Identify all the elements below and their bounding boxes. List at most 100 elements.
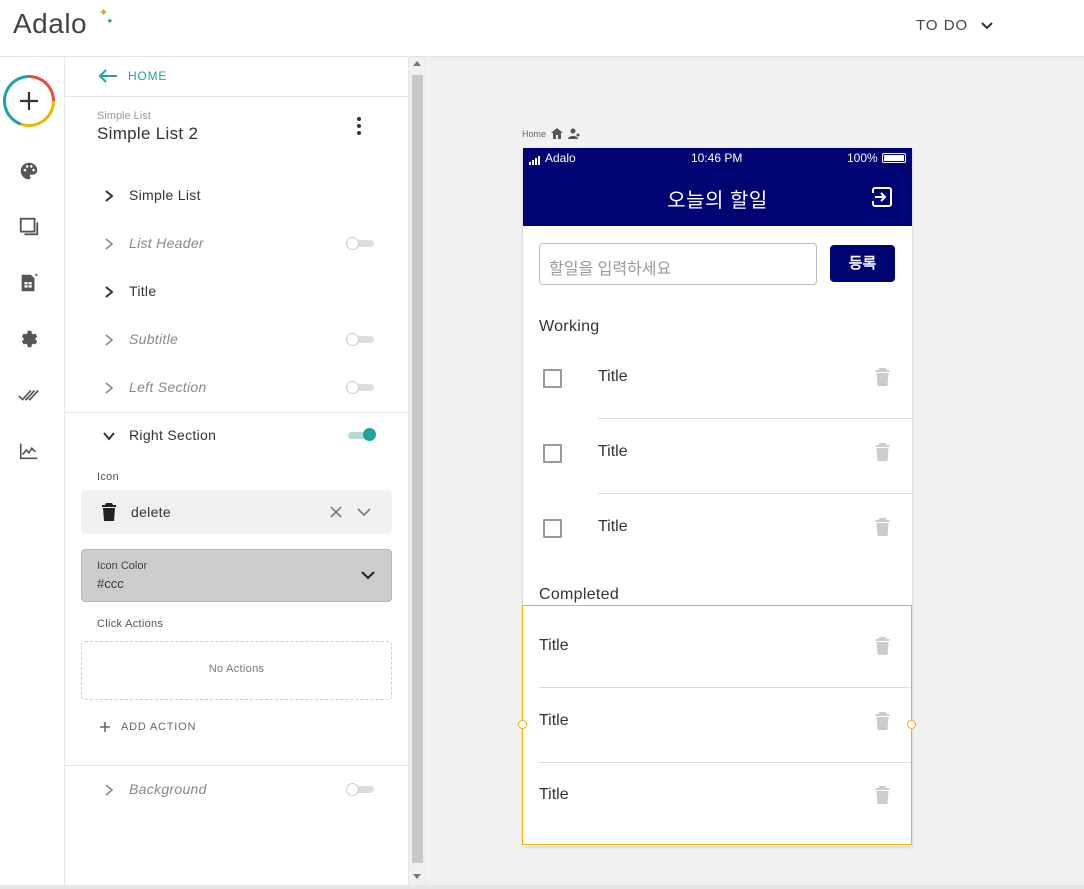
database-icon[interactable] [18, 272, 40, 294]
section-background[interactable]: Background [65, 766, 408, 814]
chevron-down-icon [361, 571, 375, 580]
checkbox[interactable] [543, 519, 562, 538]
chevron-right-icon [103, 189, 115, 203]
battery-icon [881, 153, 906, 163]
app-selector[interactable]: TO DO [916, 17, 994, 34]
completed-heading: Completed [539, 586, 620, 603]
more-options-icon[interactable] [356, 117, 362, 137]
section-subtitle[interactable]: Subtitle [65, 316, 408, 364]
section-label: Left Section [129, 379, 207, 395]
component-type: Simple List [97, 110, 151, 122]
left-toolbar [0, 57, 65, 889]
trash-icon [102, 503, 116, 521]
background-toggle[interactable] [346, 783, 374, 796]
click-actions-label: Click Actions [97, 618, 164, 630]
signal-icon [529, 156, 540, 165]
chevron-right-icon [103, 783, 115, 797]
list-header-toggle[interactable] [346, 237, 374, 250]
right-section-toggle[interactable] [346, 428, 376, 441]
section-label: Title [129, 283, 157, 299]
chevron-right-icon [103, 285, 115, 299]
list-item[interactable]: Title [523, 419, 912, 494]
checkbox[interactable] [543, 444, 562, 463]
back-label: HOME [128, 69, 168, 83]
add-action-button[interactable]: ADD ACTION [99, 721, 196, 733]
app-bar[interactable]: 오늘의 할일 [523, 168, 912, 226]
section-left-section[interactable]: Left Section [65, 364, 408, 412]
chevron-down-icon[interactable] [357, 505, 371, 519]
app-bar-title: 오늘의 할일 [667, 190, 768, 212]
list-item[interactable]: Title [523, 344, 912, 419]
home-icon [551, 128, 564, 139]
working-heading: Working [539, 318, 600, 335]
icon-picker[interactable]: delete [81, 490, 392, 534]
analytics-icon[interactable] [18, 440, 40, 462]
section-list-header[interactable]: List Header [65, 220, 408, 268]
battery-level: 100% [847, 151, 878, 165]
clear-icon[interactable] [329, 505, 343, 519]
submit-button[interactable]: 등록 [830, 245, 895, 282]
trash-icon[interactable] [875, 367, 890, 387]
subtitle-toggle[interactable] [346, 333, 374, 346]
screens-icon[interactable] [18, 216, 40, 238]
top-bar: Adalo ✦ ✦ TO DO [0, 0, 1084, 57]
logout-icon[interactable] [871, 186, 893, 208]
publish-checks-icon[interactable] [18, 384, 40, 406]
icon-field-label: Icon [97, 471, 119, 483]
status-time: 10:46 PM [691, 151, 743, 165]
section-label: Background [129, 781, 207, 797]
scroll-thumb[interactable] [412, 75, 423, 863]
icon-color-label: Icon Color [97, 560, 148, 572]
scroll-down-icon[interactable] [413, 874, 421, 879]
section-label: List Header [129, 235, 204, 251]
chevron-right-icon [103, 381, 115, 395]
actions-list: No Actions [81, 641, 392, 700]
section-title[interactable]: Title [65, 268, 408, 316]
section-right-section[interactable]: Right Section [65, 412, 408, 460]
plus-icon [100, 722, 110, 732]
back-to-home-link[interactable]: HOME [98, 69, 167, 83]
left-section-toggle[interactable] [346, 381, 374, 394]
chevron-down-icon [981, 21, 993, 29]
item-title: Title [598, 443, 628, 460]
no-actions-text: No Actions [208, 663, 265, 675]
properties-panel: HOME Simple List Simple List 2 Simple Li… [65, 57, 408, 885]
plus-icon [20, 92, 38, 110]
checkbox[interactable] [543, 369, 562, 388]
selected-component-outline[interactable] [518, 605, 916, 845]
chevron-right-icon [103, 237, 115, 251]
component-name[interactable]: Simple List 2 [97, 124, 198, 144]
icon-value: delete [131, 504, 171, 520]
carrier-name: Adalo [545, 151, 576, 165]
resize-handle-right[interactable] [907, 720, 916, 729]
chevron-down-icon [103, 429, 115, 443]
resize-handle-left[interactable] [518, 720, 527, 729]
icon-color-value: #ccc [97, 576, 124, 591]
trash-icon[interactable] [875, 442, 890, 462]
list-item[interactable]: Title [523, 494, 912, 569]
add-component-button[interactable] [3, 75, 55, 127]
item-title: Title [598, 368, 628, 385]
icon-color-select[interactable]: Icon Color #ccc [81, 549, 392, 602]
section-simple-list[interactable]: Simple List [65, 172, 408, 220]
gear-icon[interactable] [18, 328, 40, 350]
todo-input[interactable]: 할일을 입력하세요 [539, 243, 817, 285]
panel-scrollbar[interactable] [408, 57, 426, 885]
section-label: Subtitle [129, 331, 179, 347]
scroll-up-icon[interactable] [413, 61, 421, 66]
add-action-label: ADD ACTION [121, 721, 197, 733]
screen-name: Home [522, 128, 547, 139]
trash-icon[interactable] [875, 517, 890, 537]
section-label: Simple List [129, 187, 201, 203]
logo-text: Adalo [13, 8, 88, 39]
palette-icon[interactable] [18, 160, 40, 182]
section-label: Right Section [129, 427, 217, 443]
status-bar: Adalo 10:46 PM 100% [523, 148, 912, 168]
adalo-logo[interactable]: Adalo ✦ ✦ [13, 7, 114, 40]
user-settings-icon [568, 128, 580, 139]
item-title: Title [598, 518, 628, 535]
chevron-right-icon [103, 333, 115, 347]
screen-breadcrumb[interactable]: Home [522, 128, 580, 139]
arrow-left-icon [98, 69, 117, 83]
logo-spark-icon: ✦ [106, 16, 115, 26]
